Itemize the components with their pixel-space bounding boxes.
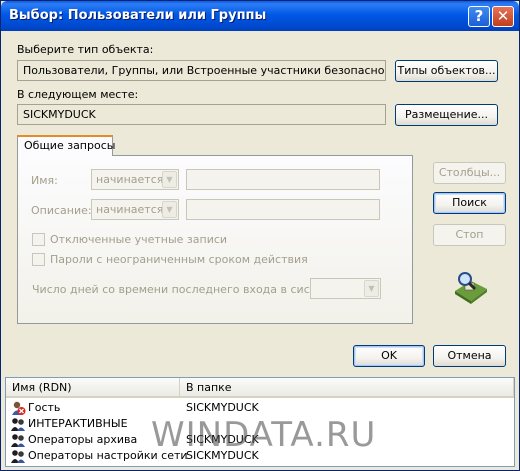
columns-button[interactable]: Столбцы... [433, 162, 506, 184]
cancel-button[interactable]: Отмена [433, 345, 506, 367]
help-button[interactable]: ? [468, 6, 490, 27]
search-directory-icon [455, 272, 487, 304]
locations-button[interactable]: Размещение... [395, 104, 498, 126]
watermark: WINDATA.RU [151, 415, 377, 455]
object-type-field: Пользователи, Группы, или Встроенные уча… [17, 60, 386, 81]
group-icon [11, 450, 25, 463]
object-types-button[interactable]: Типы объектов... [395, 60, 498, 82]
disabled-user-icon [12, 401, 26, 415]
description-label: Описание: [31, 204, 92, 217]
description-condition-select[interactable]: начинается ▼ [91, 199, 179, 220]
group-icon [11, 418, 25, 431]
row-name: Гость [28, 401, 61, 414]
window-title: Выбор: Пользователи или Группы [9, 8, 267, 23]
name-query-input[interactable] [186, 169, 380, 190]
search-button[interactable]: Поиск [433, 192, 506, 214]
location-field: SICKMYDUCK [17, 104, 386, 125]
title-bar[interactable]: Выбор: Пользователи или Группы ? ✕ [1, 1, 519, 31]
name-label: Имя: [31, 174, 58, 187]
chevron-down-icon: ▼ [162, 171, 177, 188]
days-since-logon-select[interactable]: ▼ [310, 278, 381, 299]
column-header-folder[interactable]: В папке [180, 378, 514, 398]
close-button[interactable]: ✕ [492, 6, 514, 27]
chevron-down-icon: ▼ [162, 201, 177, 218]
days-since-logon-label: Число дней со времени последнего входа в… [32, 283, 342, 296]
dialog-window: Выбор: Пользователи или Группы ? ✕ Выбер… [0, 0, 520, 471]
tab-common-queries[interactable]: Общие запросы [17, 135, 115, 156]
name-condition-value: начинается [96, 173, 164, 186]
stop-button[interactable]: Стоп [433, 224, 506, 246]
nonexpiring-passwords-label: Пароли с неограниченным сроком действия [50, 253, 308, 266]
column-header-name[interactable]: Имя (RDN) [6, 378, 180, 398]
description-condition-value: начинается [96, 203, 164, 216]
object-type-label: Выберите тип объекта: [17, 43, 154, 56]
chevron-down-icon: ▼ [364, 280, 379, 297]
row-name: Операторы архива [28, 433, 138, 446]
ok-button[interactable]: OK [353, 345, 425, 367]
location-label: В следующем месте: [17, 88, 139, 101]
table-row[interactable]: Гость SICKMYDUCK [6, 400, 514, 416]
row-folder: SICKMYDUCK [186, 401, 259, 414]
disabled-accounts-label: Отключенные учетные записи [50, 233, 228, 246]
disabled-accounts-checkbox[interactable] [32, 233, 45, 246]
common-queries-panel: Имя: начинается ▼ Описание: начинается ▼… [17, 155, 413, 324]
group-icon [11, 434, 25, 447]
row-name: ИНТЕРАКТИВНЫЕ [28, 417, 128, 430]
description-query-input[interactable] [186, 199, 380, 220]
nonexpiring-passwords-checkbox[interactable] [32, 253, 45, 266]
name-condition-select[interactable]: начинается ▼ [91, 169, 179, 190]
